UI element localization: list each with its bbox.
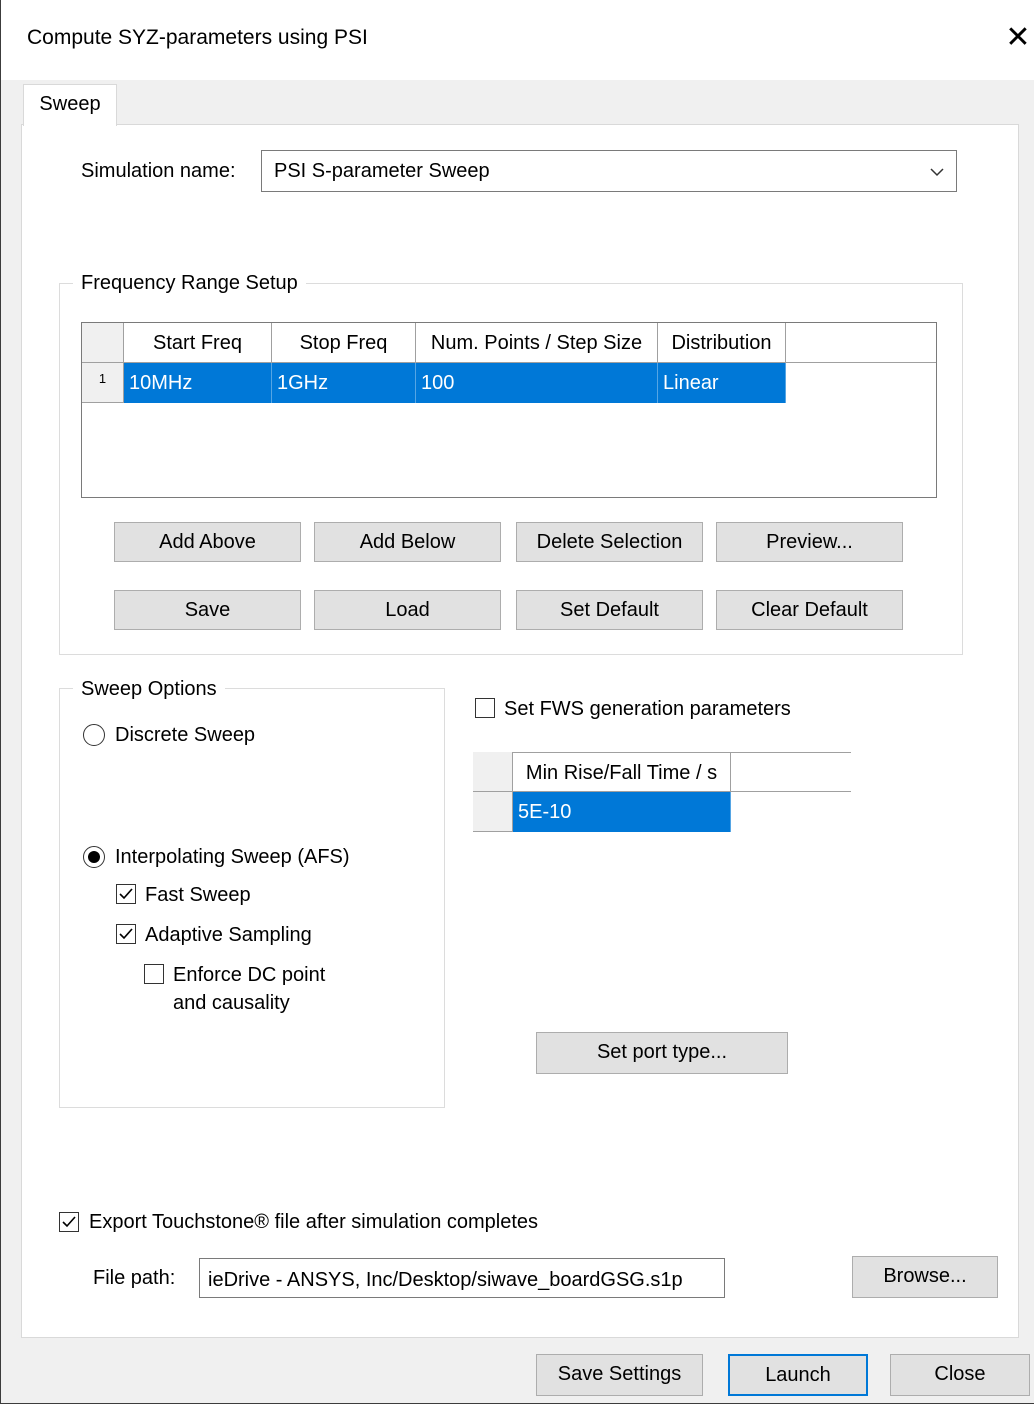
column-header-distribution[interactable]: Distribution	[658, 323, 786, 363]
check-icon	[119, 928, 133, 940]
fws-table: Min Rise/Fall Time / s 5E-10	[473, 752, 851, 832]
fast-sweep-checkbox[interactable]	[116, 884, 136, 904]
check-icon	[62, 1216, 76, 1228]
column-header-start-freq[interactable]: Start Freq	[124, 323, 272, 363]
fws-row-header[interactable]	[473, 792, 513, 832]
discrete-sweep-label: Discrete Sweep	[115, 724, 256, 746]
browse-button[interactable]: Browse...	[852, 1256, 998, 1298]
enforce-dc-label-line1: Enforce DC point	[173, 964, 326, 986]
fws-checkbox[interactable]	[475, 698, 495, 718]
save-button[interactable]: Save	[114, 590, 301, 630]
fws-table-corner	[473, 752, 513, 792]
check-icon	[119, 888, 133, 900]
discrete-sweep-radio[interactable]	[83, 724, 105, 746]
cell-start-freq[interactable]: 10MHz	[124, 363, 272, 403]
add-above-button[interactable]: Add Above	[114, 522, 301, 562]
file-path-label: File path:	[93, 1267, 176, 1289]
save-settings-button[interactable]: Save Settings	[536, 1354, 703, 1396]
export-touchstone-label: Export Touchstone® file after simulation…	[89, 1211, 539, 1233]
simulation-name-dropdown[interactable]: PSI S-parameter Sweep	[261, 150, 957, 192]
delete-selection-button[interactable]: Delete Selection	[516, 522, 703, 562]
enforce-dc-checkbox[interactable]	[144, 964, 164, 984]
cell-min-rise-fall[interactable]: 5E-10	[513, 792, 731, 832]
cell-distribution[interactable]: Linear	[658, 363, 786, 403]
file-path-input[interactable]: ieDrive - ANSYS, Inc/Desktop/siwave_boar…	[199, 1258, 725, 1298]
close-icon[interactable]: ✕	[1001, 18, 1034, 58]
column-header-empty	[786, 323, 936, 363]
column-header-num-points[interactable]: Num. Points / Step Size	[416, 323, 658, 363]
launch-button[interactable]: Launch	[728, 1354, 868, 1396]
radio-selected-dot	[88, 851, 100, 863]
chevron-down-icon	[930, 168, 944, 177]
adaptive-sampling-checkbox[interactable]	[116, 924, 136, 944]
column-header-empty	[731, 752, 851, 792]
simulation-name-value: PSI S-parameter Sweep	[274, 160, 490, 182]
column-header-stop-freq[interactable]: Stop Freq	[272, 323, 416, 363]
simulation-name-label: Simulation name:	[81, 160, 236, 182]
enforce-dc-label-line2: and causality	[173, 992, 290, 1014]
fast-sweep-label: Fast Sweep	[145, 884, 251, 906]
dialog-window: Compute SYZ-parameters using PSI ✕ Sweep…	[0, 0, 1034, 1404]
title-bar: Compute SYZ-parameters using PSI ✕	[1, 0, 1034, 80]
cell-num-points[interactable]: 100	[416, 363, 658, 403]
frequency-table: Start Freq Stop Freq Num. Points / Step …	[81, 322, 937, 498]
file-path-value: ieDrive - ANSYS, Inc/Desktop/siwave_boar…	[208, 1269, 683, 1291]
frequency-range-title: Frequency Range Setup	[73, 272, 306, 295]
add-below-button[interactable]: Add Below	[314, 522, 501, 562]
interpolating-sweep-radio[interactable]	[83, 846, 105, 868]
cell-stop-freq[interactable]: 1GHz	[272, 363, 416, 403]
fws-label: Set FWS generation parameters	[504, 698, 791, 720]
adaptive-sampling-label: Adaptive Sampling	[145, 924, 312, 946]
tab-sweep[interactable]: Sweep	[23, 84, 117, 126]
close-button[interactable]: Close	[890, 1354, 1030, 1396]
sweep-options-title: Sweep Options	[73, 678, 225, 701]
load-button[interactable]: Load	[314, 590, 501, 630]
set-default-button[interactable]: Set Default	[516, 590, 703, 630]
table-corner-header	[82, 323, 124, 363]
export-touchstone-checkbox[interactable]	[59, 1212, 79, 1232]
set-port-type-button[interactable]: Set port type...	[536, 1032, 788, 1074]
preview-button[interactable]: Preview...	[716, 522, 903, 562]
row-header-1[interactable]: 1	[82, 363, 124, 403]
interpolating-sweep-label: Interpolating Sweep (AFS)	[115, 846, 350, 868]
window-title: Compute SYZ-parameters using PSI	[27, 26, 368, 49]
clear-default-button[interactable]: Clear Default	[716, 590, 903, 630]
column-header-min-rise-fall[interactable]: Min Rise/Fall Time / s	[513, 752, 731, 792]
